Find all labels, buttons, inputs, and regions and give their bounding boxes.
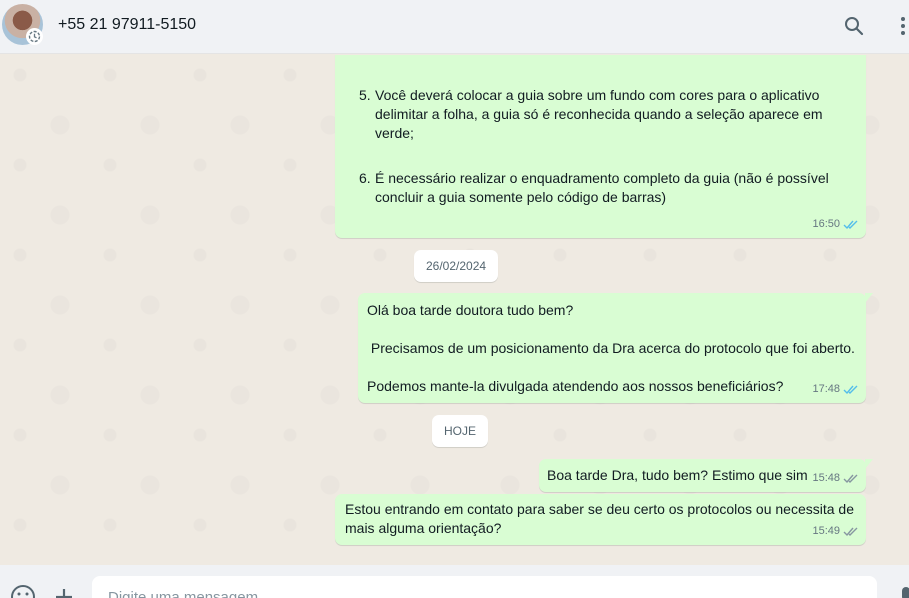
- message-time: 15:49: [812, 525, 840, 537]
- message-line: Olá boa tarde doutora tudo bem?: [367, 302, 574, 318]
- delivered-ticks-icon: [843, 474, 858, 484]
- message-bubble[interactable]: Olá boa tarde doutora tudo bem? Precisam…: [358, 293, 873, 403]
- bubble-tail: [865, 459, 873, 469]
- message-text: Estou entrando em contato para saber se …: [345, 501, 854, 536]
- menu-dots-icon[interactable]: [890, 13, 909, 39]
- list-item: 6. É necessário realizar o enquadramento…: [359, 169, 839, 207]
- list-item-text: Você deverá colocar a guia sobre um fund…: [375, 87, 823, 141]
- attach-icon[interactable]: [50, 583, 78, 598]
- list-item-number: 6.: [359, 170, 371, 186]
- list-item-number: 5.: [359, 87, 371, 103]
- message-text: Boa tarde Dra, tudo bem? Estimo que sim: [547, 467, 808, 483]
- date-chip: HOJE: [432, 415, 489, 447]
- list-item: 5. Você deverá colocar a guia sobre um f…: [359, 86, 839, 143]
- list-item-text: É necessário realizar o enquadramento co…: [375, 170, 829, 205]
- status-badge: [26, 28, 43, 45]
- message-meta: 15:49: [812, 522, 859, 541]
- mic-icon[interactable]: [892, 583, 909, 598]
- delivered-ticks-icon: [843, 527, 858, 537]
- numbered-list: 5. Você deverá colocar a guia sobre um f…: [359, 86, 839, 207]
- read-ticks-icon: [843, 385, 858, 395]
- message-time: 15:48: [812, 472, 840, 484]
- message-meta: 16:50: [812, 215, 859, 234]
- message-time: 16:50: [812, 218, 840, 230]
- message-meta: 17:48: [812, 380, 859, 399]
- message-bubble[interactable]: 5. Você deverá colocar a guia sobre um f…: [335, 55, 866, 238]
- contact-name[interactable]: +55 21 97911-5150: [58, 16, 196, 34]
- chat-header: +55 21 97911-5150: [0, 0, 909, 54]
- emoji-icon[interactable]: [9, 583, 37, 598]
- message-meta: 15:48: [812, 469, 859, 488]
- bubble-tail: [865, 293, 873, 303]
- read-ticks-icon: [843, 220, 858, 230]
- message-line: Podemos mante-la divulgada atendendo aos…: [367, 378, 784, 394]
- search-icon[interactable]: [841, 13, 867, 39]
- message-text: Olá boa tarde doutora tudo bem? Precisam…: [367, 301, 862, 396]
- message-input[interactable]: [92, 576, 877, 598]
- message-bubble[interactable]: Estou entrando em contato para saber se …: [335, 494, 866, 545]
- composer-bar: [0, 565, 909, 598]
- chat-panel[interactable]: 5. Você deverá colocar a guia sobre um f…: [0, 55, 909, 565]
- message-bubble[interactable]: Boa tarde Dra, tudo bem? Estimo que sim …: [539, 459, 873, 492]
- message-time: 17:48: [812, 383, 840, 395]
- status-ring-icon: [28, 30, 41, 43]
- message-line: Precisamos de um posicionamento da Dra a…: [367, 340, 855, 356]
- date-chip: 26/02/2024: [414, 250, 499, 282]
